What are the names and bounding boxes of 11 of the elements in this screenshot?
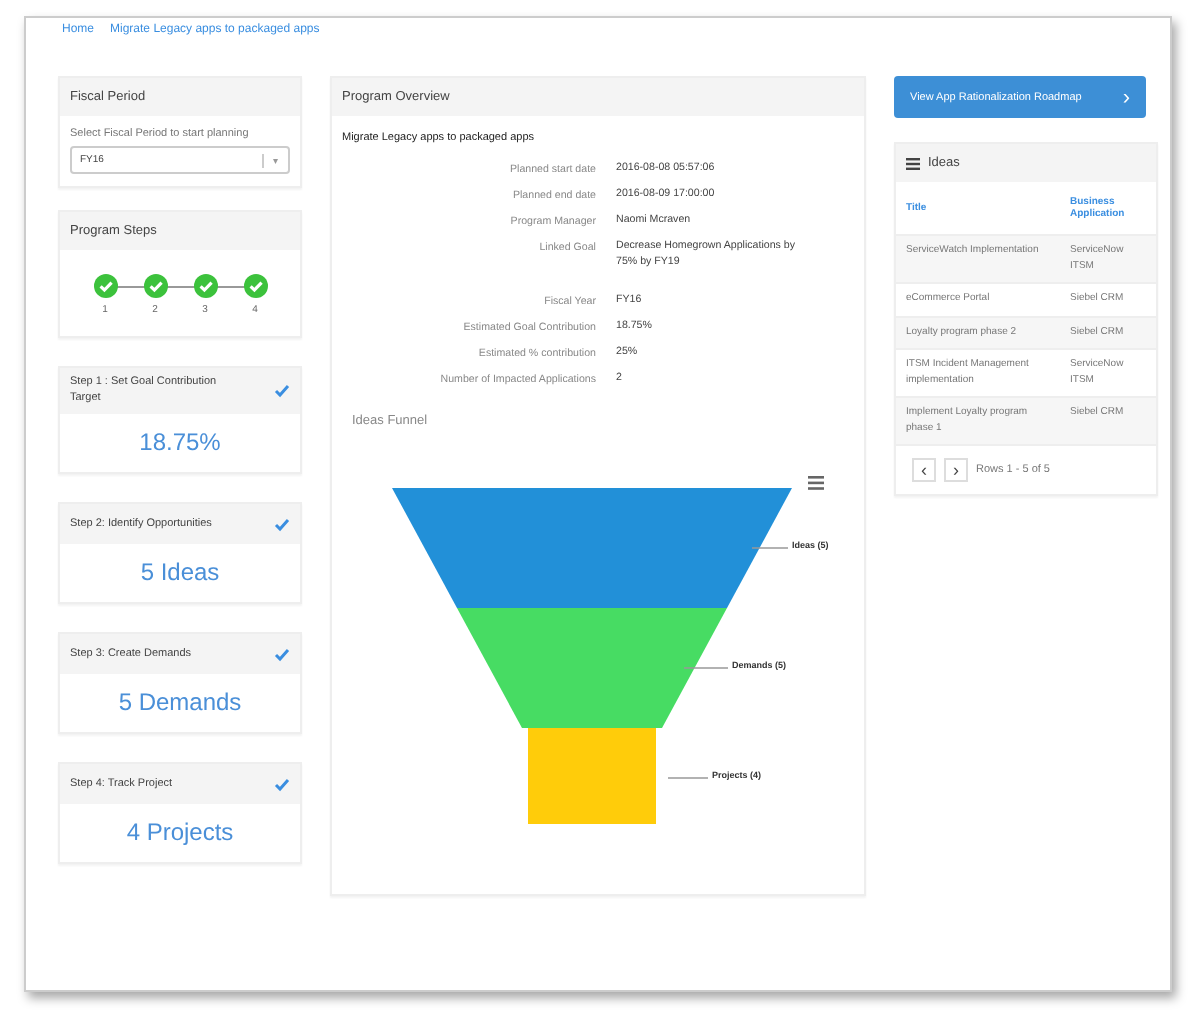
step-value: 5 Demands <box>116 686 244 721</box>
list-icon <box>906 157 920 169</box>
step-value: 4 Projects <box>124 816 236 851</box>
previous-page-button[interactable]: ‹ <box>912 458 936 482</box>
menu-icon[interactable] <box>808 476 824 491</box>
next-page-button[interactable]: › <box>944 458 968 482</box>
step-value: 5 Ideas <box>138 556 222 591</box>
leader-line <box>667 778 709 780</box>
leader-line <box>683 668 729 670</box>
leader-line <box>751 548 789 550</box>
step-value: 18.75% <box>137 426 223 461</box>
